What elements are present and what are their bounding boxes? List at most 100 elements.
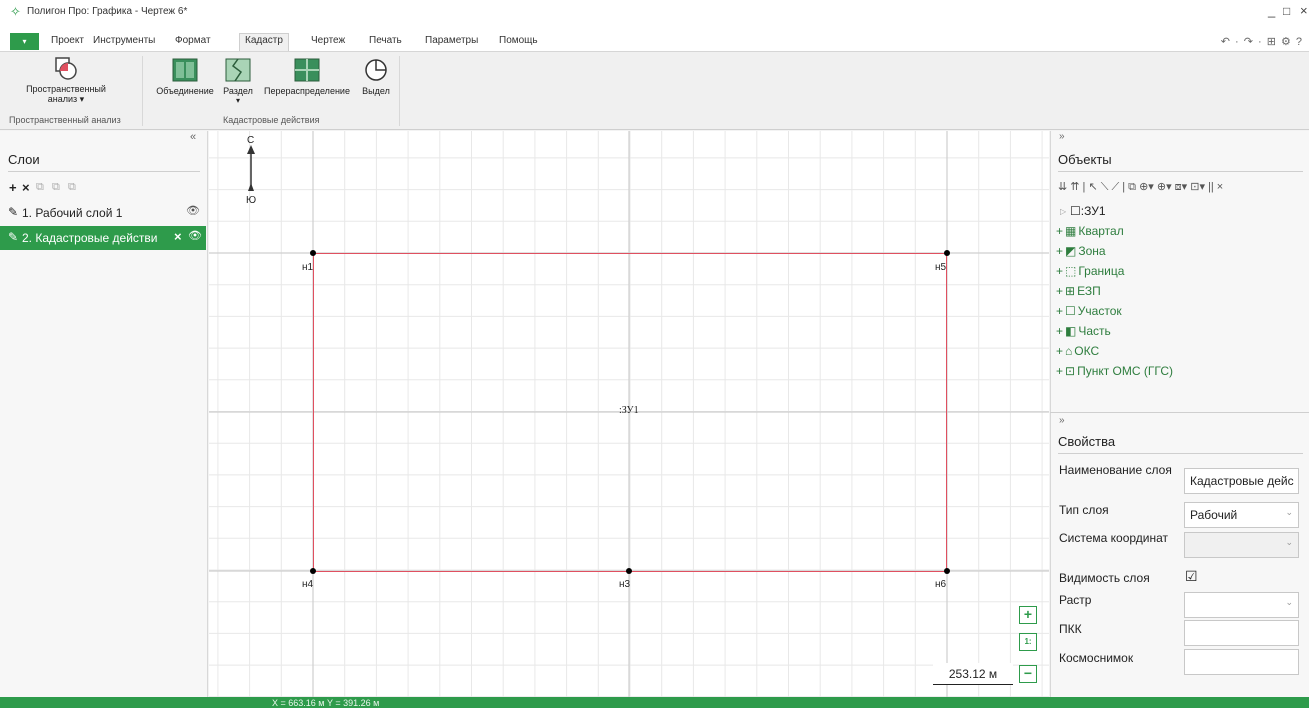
expand-icon[interactable]: + — [1056, 304, 1063, 318]
split-icon — [225, 58, 251, 82]
vertex-point[interactable] — [310, 568, 316, 574]
raster-label: Растр — [1059, 593, 1092, 607]
close-layer-icon[interactable]: × — [174, 229, 182, 244]
tab-parameters[interactable]: Параметры — [420, 34, 483, 51]
status-bar — [0, 697, 1309, 708]
crs-label: Система координат — [1059, 531, 1169, 545]
union-icon — [172, 58, 198, 82]
layer-item[interactable]: ✎ 1. Рабочий слой 1 👁 — [0, 201, 208, 225]
vertex-point[interactable] — [944, 250, 950, 256]
zoom-out-button[interactable]: − — [1019, 665, 1037, 683]
copy-layer-icon[interactable]: ⧉ — [36, 181, 44, 194]
layer-name-field[interactable]: Кадастровые дейс — [1184, 468, 1299, 494]
tree-toggle-icon[interactable]: ▷ — [1060, 207, 1066, 216]
tab-project[interactable]: Проект — [46, 34, 89, 51]
copy-layer-down-icon[interactable]: ⧉ — [68, 181, 76, 194]
union-label: Объединение — [156, 86, 214, 96]
tree-item-label: Часть — [1078, 324, 1111, 338]
add-layer-icon[interactable]: + — [9, 180, 17, 195]
object-type-icon: ⬚ — [1065, 264, 1077, 278]
point-label-n4: н4 — [302, 579, 314, 590]
layer-item-selected[interactable]: ✎ 2. Кадастровые действи × 👁 — [0, 226, 206, 250]
tree-item[interactable]: + ⊡ Пункт ОМС (ГГС) — [1056, 364, 1173, 378]
object-type-icon: ▦ — [1065, 224, 1077, 238]
split-dropdown-icon[interactable]: ▾ — [221, 96, 255, 106]
tree-item[interactable]: + ⊞ ЕЗП — [1056, 284, 1101, 298]
chevron-down-icon: ⌄ — [1285, 507, 1293, 517]
tab-print[interactable]: Печать — [364, 34, 407, 51]
spatial-analysis-label-1: Пространственный — [26, 84, 106, 94]
expand-icon[interactable]: + — [1056, 264, 1063, 278]
minimize-button[interactable]: _ — [1268, 3, 1275, 18]
spatial-analysis-button[interactable]: Пространственный анализ ▾ — [14, 56, 118, 104]
drawing-canvas[interactable]: С Ю :ЗУ1 н1 н5 н4 н3 н6 + 1: − 253.12 м — [209, 131, 1049, 697]
tab-drawing[interactable]: Чертеж — [306, 34, 350, 51]
scale-ratio-button[interactable]: 1: — [1019, 633, 1037, 651]
pkk-label: ПКК — [1059, 622, 1082, 636]
object-type-icon: ☐ — [1065, 304, 1076, 318]
split-label: Раздел — [223, 86, 253, 96]
satellite-field[interactable] — [1184, 649, 1299, 675]
eye-icon[interactable]: 👁 — [186, 204, 200, 217]
expand-icon[interactable]: + — [1056, 324, 1063, 338]
tab-cadastre[interactable]: Кадастр — [239, 33, 289, 52]
spatial-analysis-icon — [53, 56, 79, 80]
objects-toolbar[interactable]: ⇊ ⇈ | ↖ ⟍ ⟋ | ⧉ ⊕▾ ⊕▾ ⧈▾ ⊡▾ || × — [1058, 180, 1223, 194]
tree-item[interactable]: + ◧ Часть — [1056, 324, 1111, 338]
tree-item-label: Участок — [1077, 304, 1122, 318]
raster-select[interactable]: ⌄ — [1184, 592, 1299, 618]
eye-icon[interactable]: 👁 — [188, 229, 202, 242]
allocate-button[interactable]: Выдел — [359, 58, 393, 96]
visibility-checkbox[interactable]: ☑ — [1185, 568, 1198, 585]
chevron-down-icon: ⌄ — [1285, 597, 1293, 607]
ribbon-separator — [399, 56, 400, 126]
maximize-button[interactable]: □ — [1283, 4, 1290, 18]
delete-layer-icon[interactable]: × — [22, 180, 30, 195]
cursor-coordinates: X = 663.16 м Y = 391.26 м — [272, 698, 380, 708]
tab-help[interactable]: Помощь — [494, 34, 543, 51]
redistribute-icon — [294, 58, 320, 82]
pkk-field[interactable] — [1184, 620, 1299, 646]
tree-item[interactable]: + ☐ Участок — [1056, 304, 1122, 318]
tab-format[interactable]: Формат — [170, 34, 216, 51]
expand-icon[interactable]: + — [1056, 344, 1063, 358]
app-menu-button[interactable]: ▾ — [10, 33, 39, 50]
point-label-n1: н1 — [302, 262, 314, 273]
crs-select[interactable]: ⌄ — [1184, 532, 1299, 558]
redistribute-button[interactable]: Перераспределение — [258, 58, 356, 96]
expand-icon[interactable]: + — [1056, 224, 1063, 238]
title-bar — [0, 0, 1309, 34]
copy-layer-up-icon[interactable]: ⧉ — [52, 181, 60, 194]
tree-item[interactable]: + ◩ Зона — [1056, 244, 1106, 258]
expand-icon[interactable]: + — [1056, 284, 1063, 298]
split-button[interactable]: Раздел ▾ — [221, 58, 255, 106]
point-label-n5: н5 — [935, 262, 947, 273]
close-button[interactable]: × — [1300, 3, 1308, 18]
tree-root-zu1[interactable]: ☐:ЗУ1 — [1070, 204, 1106, 218]
zoom-in-button[interactable]: + — [1019, 606, 1037, 624]
edit-pencil-icon[interactable]: ✎ — [8, 230, 18, 244]
collapse-objects-button[interactable]: » — [1059, 131, 1065, 142]
expand-icon[interactable]: + — [1056, 244, 1063, 258]
redistribute-label: Перераспределение — [264, 86, 350, 96]
tree-item-label: Граница — [1078, 264, 1125, 278]
layer-type-select[interactable]: Рабочий ⌄ — [1184, 502, 1299, 528]
vertex-point[interactable] — [310, 250, 316, 256]
object-type-icon: ⊞ — [1065, 284, 1076, 298]
tree-item[interactable]: + ⌂ ОКС — [1056, 344, 1099, 358]
union-button[interactable]: Объединение — [152, 58, 218, 96]
collapse-layers-button[interactable]: « — [190, 131, 196, 143]
collapse-properties-button[interactable]: » — [1059, 415, 1065, 426]
edit-pencil-icon[interactable]: ✎ — [8, 205, 18, 219]
vertex-point[interactable] — [944, 568, 950, 574]
layers-title: Слои — [8, 152, 40, 167]
tree-item[interactable]: + ⬚ Граница — [1056, 264, 1124, 278]
vertex-point[interactable] — [626, 568, 632, 574]
scale-bar: 253.12 м — [933, 663, 1013, 685]
quick-access-toolbar[interactable]: ↶ · ↷ · ⊞ ⚙ ? — [1221, 35, 1303, 48]
expand-icon[interactable]: + — [1056, 364, 1063, 378]
layer-name: 1. Рабочий слой 1 — [22, 206, 123, 220]
tab-tools[interactable]: Инструменты — [88, 34, 160, 51]
tree-item[interactable]: + ▦ Квартал — [1056, 224, 1124, 238]
tree-item-label: ОКС — [1074, 344, 1100, 358]
